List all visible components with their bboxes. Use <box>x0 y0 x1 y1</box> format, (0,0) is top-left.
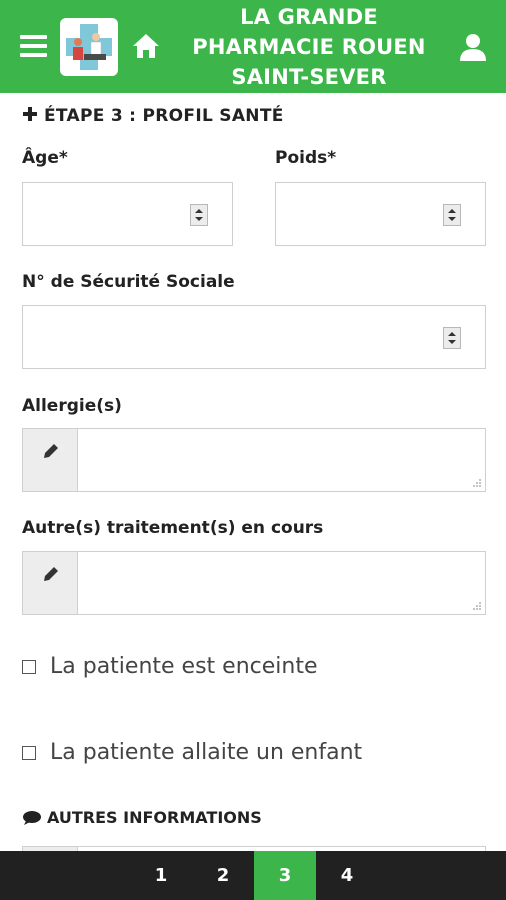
stepper-arrows-icon <box>448 209 456 221</box>
page-2-button[interactable]: 2 <box>192 851 254 900</box>
hamburger-icon[interactable] <box>20 35 47 57</box>
enceinte-checkbox[interactable]: La patiente est enceinte <box>22 654 318 679</box>
resize-grip-icon[interactable] <box>472 601 482 611</box>
autres-informations-text: AUTRES INFORMATIONS <box>47 808 262 827</box>
step-title: ÉTAPE 3 : PROFIL SANTÉ <box>22 106 284 126</box>
resize-grip-icon[interactable] <box>472 478 482 488</box>
autres-informations-title: AUTRES INFORMATIONS <box>22 808 262 827</box>
age-input[interactable] <box>22 182 233 246</box>
step-pager: 1 2 3 4 <box>0 851 506 900</box>
stepper-arrows-icon <box>195 209 203 221</box>
poids-input[interactable] <box>275 182 486 246</box>
checkbox-box[interactable] <box>22 745 36 760</box>
age-stepper[interactable] <box>190 204 208 226</box>
page-title: LA GRANDE PHARMACIE ROUEN SAINT-SEVER <box>192 5 426 89</box>
step-title-text: ÉTAPE 3 : PROFIL SANTÉ <box>44 106 284 126</box>
app-header: LA GRANDE PHARMACIE ROUEN SAINT-SEVER <box>0 0 506 93</box>
enceinte-label: La patiente est enceinte <box>50 654 318 679</box>
user-icon[interactable] <box>459 32 487 62</box>
age-label: Âge* <box>22 148 68 168</box>
secu-input[interactable] <box>22 305 486 369</box>
pencil-icon <box>44 567 58 581</box>
allergies-textarea[interactable] <box>22 428 486 492</box>
checkbox-box[interactable] <box>22 659 36 674</box>
plus-icon <box>23 107 37 121</box>
home-icon[interactable] <box>131 31 161 61</box>
allergies-addon <box>23 429 78 491</box>
secu-label: N° de Sécurité Sociale <box>22 272 235 292</box>
traitements-addon <box>23 552 78 614</box>
allaite-checkbox[interactable]: La patiente allaite un enfant <box>22 740 362 765</box>
page-3-button[interactable]: 3 <box>254 851 316 900</box>
allergies-label: Allergie(s) <box>22 396 122 416</box>
pharmacy-logo[interactable] <box>60 18 118 76</box>
comment-icon <box>23 810 41 825</box>
page-4-button[interactable]: 4 <box>316 851 378 900</box>
traitements-textarea[interactable] <box>22 551 486 615</box>
traitements-label: Autre(s) traitement(s) en cours <box>22 518 324 538</box>
page-1-button[interactable]: 1 <box>130 851 192 900</box>
poids-stepper[interactable] <box>443 204 461 226</box>
pencil-icon <box>44 444 58 458</box>
allaite-label: La patiente allaite un enfant <box>50 740 363 765</box>
poids-label: Poids* <box>275 148 337 168</box>
stepper-arrows-icon <box>448 332 456 344</box>
secu-stepper[interactable] <box>443 327 461 349</box>
